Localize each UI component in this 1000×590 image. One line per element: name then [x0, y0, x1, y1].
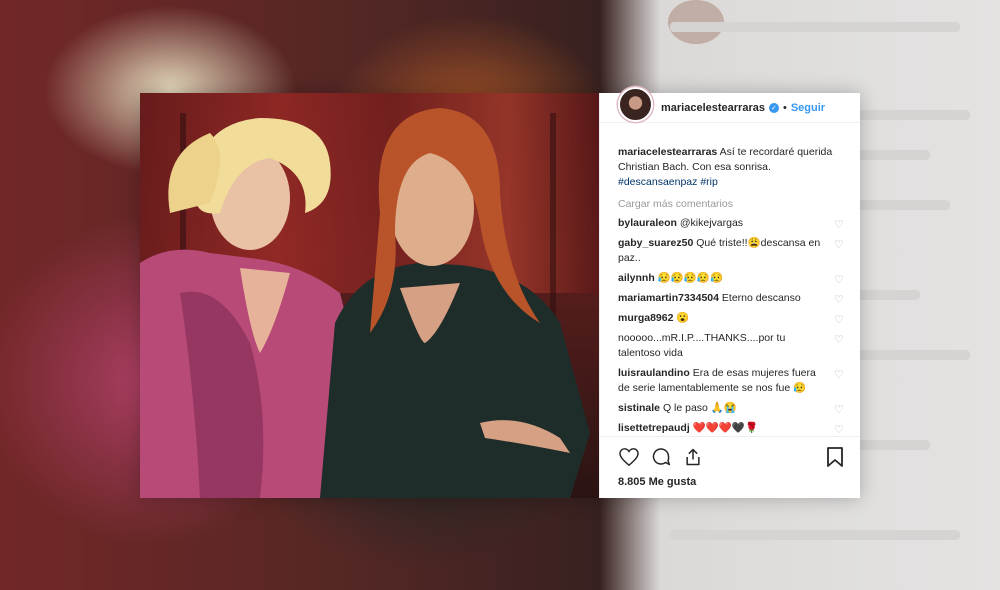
- comment-text: nooooo...mR.I.P....THANKS....por tu tale…: [618, 332, 786, 359]
- follow-button[interactable]: Seguir: [791, 102, 825, 114]
- comment-body: murga8962 😮: [618, 311, 834, 326]
- comment-like-heart-icon[interactable]: ♡: [834, 333, 846, 346]
- caption-hashtags[interactable]: #descansaenpaz #rip: [618, 176, 718, 188]
- comment-like-heart-icon[interactable]: ♡: [834, 218, 846, 231]
- comment-username[interactable]: bylauraleon: [618, 217, 677, 229]
- avatar[interactable]: [618, 87, 653, 122]
- action-bar: [600, 436, 860, 476]
- comment-username[interactable]: sistinale: [618, 402, 660, 414]
- comment-like-heart-icon[interactable]: ♡: [834, 273, 846, 286]
- comment-body: luisraulandino Era de esas mujeres fuera…: [618, 366, 834, 396]
- comment-like-heart-icon[interactable]: ♡: [834, 313, 846, 326]
- comment-row: ailynnh 😥😥😥😥😥 ♡: [618, 271, 846, 286]
- comment-username[interactable]: murga8962: [618, 312, 673, 324]
- comment-body: bylauraleon @kikejvargas: [618, 216, 834, 231]
- comment-body: lisettetrepaudj ❤️❤️❤️🖤🌹: [618, 421, 834, 436]
- comment-username[interactable]: mariamartin7334504: [618, 292, 719, 304]
- comment-text: Q le paso 🙏😭: [662, 402, 737, 414]
- separator-dot: •: [782, 101, 787, 114]
- bookmark-icon[interactable]: [824, 446, 846, 468]
- comment-like-heart-icon[interactable]: ♡: [834, 238, 846, 251]
- comment-text: ❤️❤️❤️🖤🌹: [692, 422, 759, 434]
- load-more-comments-button[interactable]: Cargar más comentarios: [618, 198, 846, 210]
- post-sidebar: mariacelestearraras ✓ • Seguir mariacele…: [599, 87, 860, 498]
- comment-username[interactable]: luisraulandino: [618, 367, 690, 379]
- comment-row: gaby_suarez50 Qué triste!!😩descansa en p…: [618, 236, 846, 266]
- comment-text: 😮: [676, 312, 690, 324]
- comment-container: bylauraleon @kikejvargas ♡ gaby_suarez50 Q…: [618, 216, 846, 436]
- comment-row: mariamartin7334504 Eterno descanso ♡: [618, 291, 846, 306]
- photo-figures: [140, 108, 590, 498]
- comment-username[interactable]: lisettetrepaudj: [618, 422, 690, 434]
- comment-like-heart-icon[interactable]: ♡: [834, 403, 846, 416]
- header-username[interactable]: mariacelestearraras: [661, 102, 765, 114]
- heart-icon[interactable]: [618, 446, 640, 468]
- comment-username[interactable]: gaby_suarez50: [618, 237, 693, 249]
- likes-count[interactable]: 8.805 Me gusta: [600, 476, 860, 498]
- comment-like-heart-icon[interactable]: ♡: [834, 423, 846, 436]
- comment-row: bylauraleon @kikejvargas ♡: [618, 216, 846, 231]
- post-modal: mariacelestearraras ✓ • Seguir mariacele…: [140, 87, 860, 498]
- comment-body: nooooo...mR.I.P....THANKS....por tu tale…: [618, 331, 834, 361]
- comment-body: gaby_suarez50 Qué triste!!😩descansa en p…: [618, 236, 834, 266]
- comment-row: lisettetrepaudj ❤️❤️❤️🖤🌹 ♡: [618, 421, 846, 436]
- caption: mariacelestearraras Así te recordaré que…: [618, 145, 846, 190]
- comment-like-heart-icon[interactable]: ♡: [834, 368, 846, 381]
- comment-body: ailynnh 😥😥😥😥😥: [618, 271, 834, 286]
- comment-body: mariamartin7334504 Eterno descanso: [618, 291, 834, 306]
- comment-text: 😥😥😥😥😥: [657, 272, 724, 284]
- caption-username[interactable]: mariacelestearraras: [618, 146, 717, 158]
- comment-body: sistinale Q le paso 🙏😭: [618, 401, 834, 416]
- comment-username[interactable]: ailynnh: [618, 272, 655, 284]
- verified-badge-icon: ✓: [768, 102, 779, 113]
- post-header: mariacelestearraras ✓ • Seguir: [600, 87, 860, 123]
- comment-row: luisraulandino Era de esas mujeres fuera…: [618, 366, 846, 396]
- comment-icon[interactable]: [650, 446, 672, 468]
- comment-row: sistinale Q le paso 🙏😭 ♡: [618, 401, 846, 416]
- comments-list[interactable]: mariacelestearraras Así te recordaré que…: [600, 123, 860, 436]
- post-photo[interactable]: [140, 93, 599, 498]
- comment-row: nooooo...mR.I.P....THANKS....por tu tale…: [618, 331, 846, 361]
- share-icon[interactable]: [682, 446, 704, 468]
- comment-text: @kikejvargas: [679, 217, 744, 229]
- comment-row: murga8962 😮 ♡: [618, 311, 846, 326]
- comment-like-heart-icon[interactable]: ♡: [834, 293, 846, 306]
- comment-text: Eterno descanso: [721, 292, 801, 304]
